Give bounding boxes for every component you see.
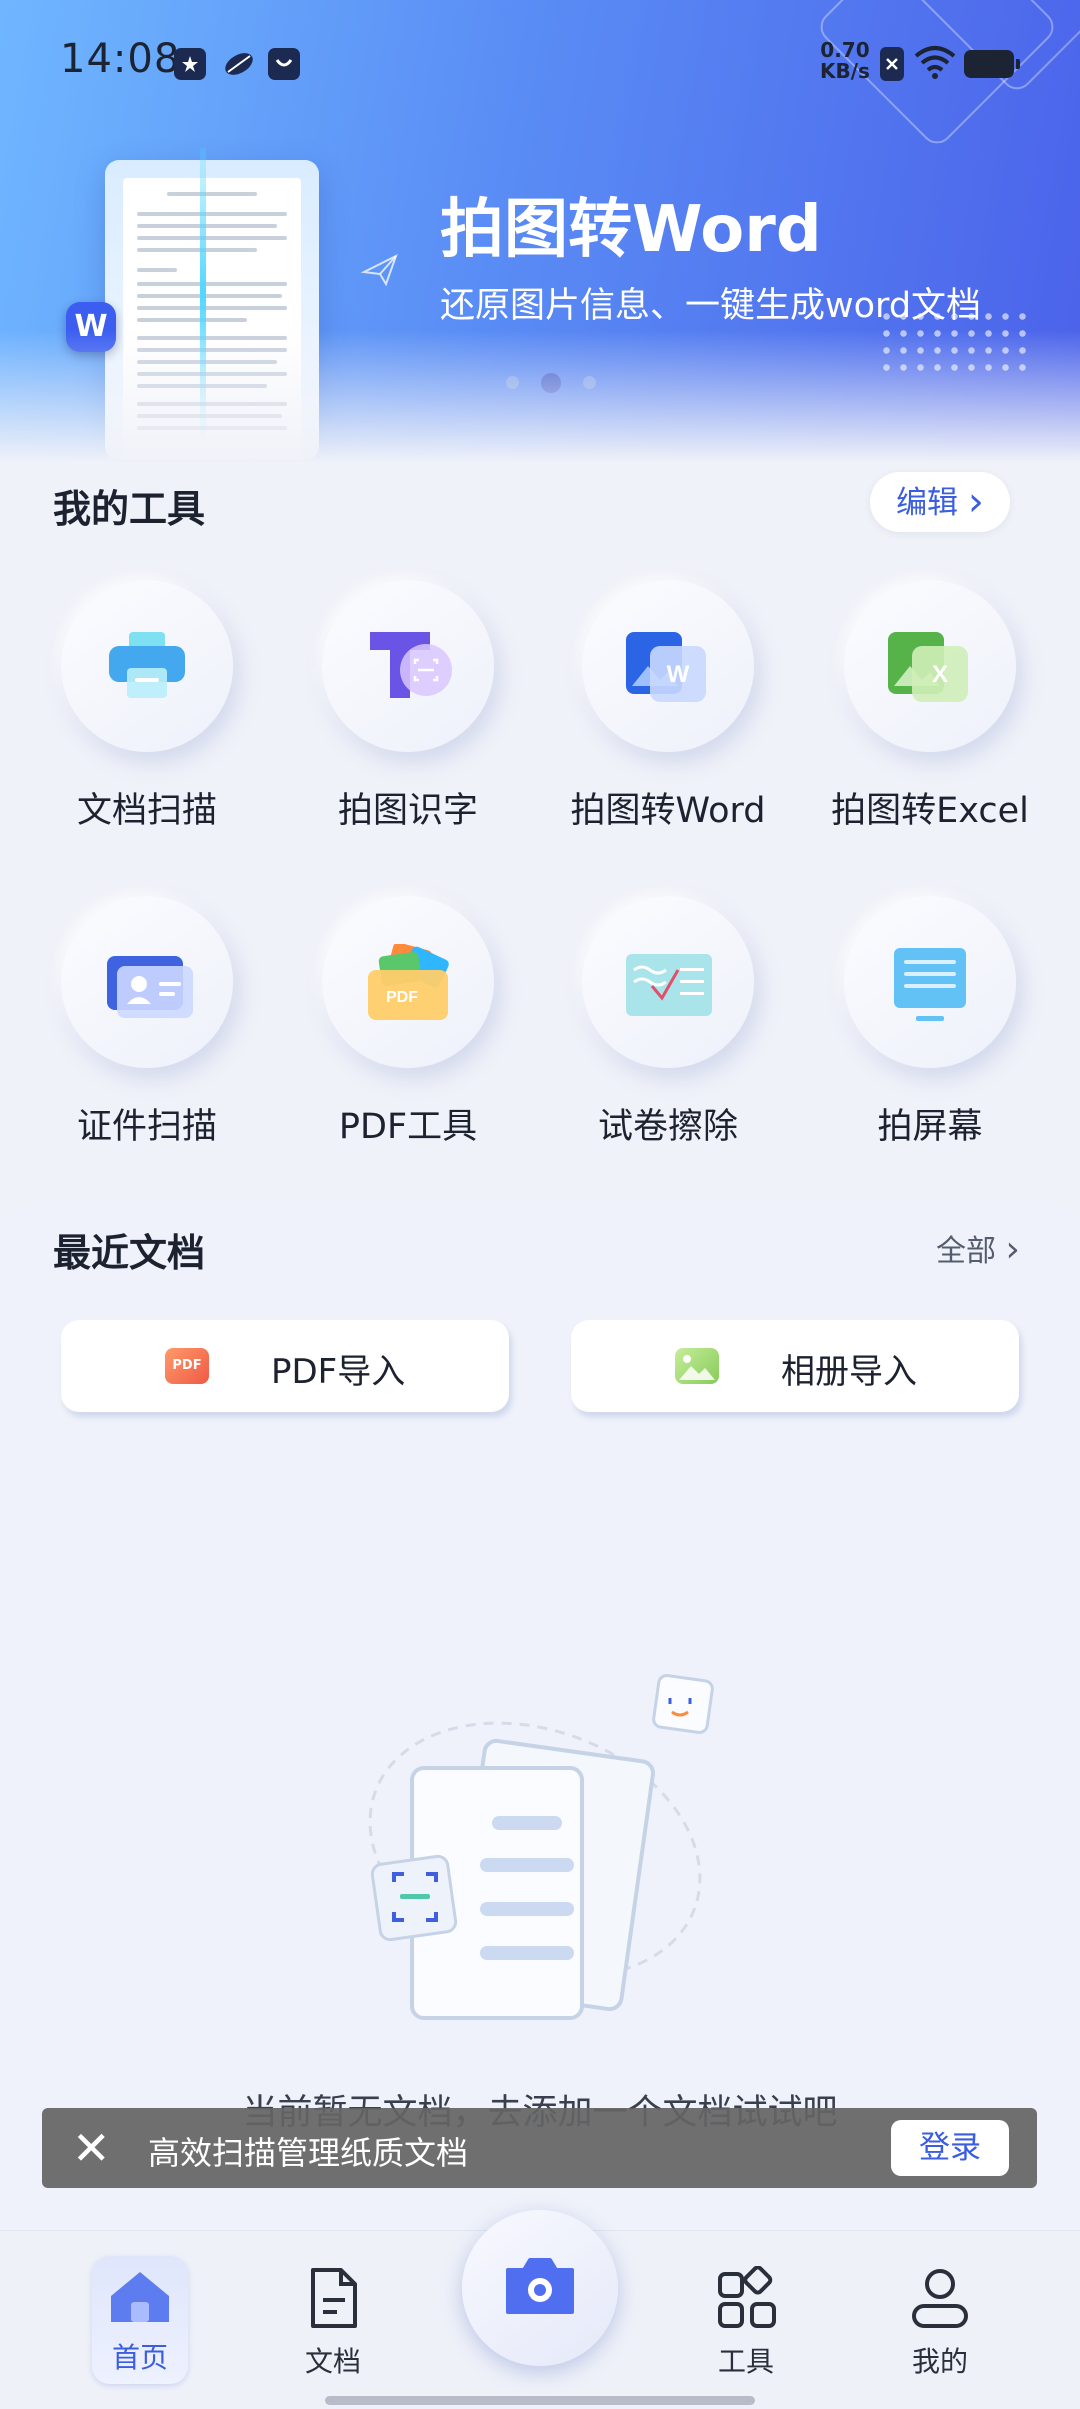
leaf-icon <box>222 48 254 80</box>
my-tools-title: 我的工具 <box>53 487 206 531</box>
empty-docs-illustration <box>350 1650 730 2050</box>
album-import-button[interactable]: 相册导入 <box>571 1320 1019 1412</box>
nav-docs[interactable]: 文档 <box>273 2266 393 2380</box>
word-convert-icon: W <box>582 580 754 752</box>
tool-label: 证件扫描 <box>76 1107 217 1147</box>
view-all-link[interactable]: 全部 › <box>936 1226 1020 1270</box>
login-button[interactable]: 登录 <box>891 2120 1009 2176</box>
speed-value: 0.70 <box>820 38 870 62</box>
home-indicator <box>325 2396 755 2405</box>
edit-label: 编辑 <box>896 485 959 521</box>
tool-label: PDF工具 <box>338 1107 478 1147</box>
tool-label: 拍图转Word <box>570 791 766 831</box>
banner-title: 拍图转Word <box>440 193 822 267</box>
tool-photo-to-excel[interactable]: X 拍图转Excel <box>800 580 1060 833</box>
status-bar: 14:08 0.70 KB/s <box>0 0 1080 130</box>
bag-icon <box>268 48 300 80</box>
nav-label: 工具 <box>717 2345 774 2378</box>
recent-docs-title: 最近文档 <box>53 1231 206 1275</box>
nav-label: 首页 <box>111 2341 168 2374</box>
svg-text:PDF: PDF <box>386 989 418 1006</box>
network-speed: 0.70 KB/s <box>820 40 870 82</box>
camera-button[interactable] <box>462 2210 618 2366</box>
home-icon <box>80 2266 200 2330</box>
exam-erase-icon <box>582 896 754 1068</box>
pdf-file-icon: PDF <box>165 1348 209 1384</box>
camera-icon <box>502 2254 578 2322</box>
pdf-import-button[interactable]: PDF PDF导入 <box>61 1320 509 1412</box>
album-import-label: 相册导入 <box>781 1352 917 1392</box>
printer-scan-icon <box>61 580 233 752</box>
pdf-tools-icon: PDF <box>322 896 494 1068</box>
close-icon[interactable]: ✕ <box>72 2120 111 2176</box>
tool-text-recognize[interactable]: 拍图识字 <box>278 580 538 833</box>
nav-label: 文档 <box>304 2345 361 2378</box>
photo-album-icon <box>675 1348 719 1384</box>
tool-photo-to-word[interactable]: W 拍图转Word <box>538 580 798 833</box>
speed-unit: KB/s <box>820 59 870 83</box>
document-icon <box>273 2266 393 2334</box>
app-notification-icon <box>174 48 206 80</box>
tools-grid-icon <box>686 2265 806 2334</box>
login-prompt-toast: ✕ 高效扫描管理纸质文档 登录 <box>42 2108 1037 2188</box>
paper-plane-icon <box>360 250 400 299</box>
tool-id-scan[interactable]: 证件扫描 <box>17 896 277 1149</box>
status-time: 14:08 <box>60 36 181 82</box>
pdf-import-label: PDF导入 <box>271 1352 406 1392</box>
svg-text:X: X <box>932 661 948 688</box>
screen-capture-icon <box>844 896 1016 1068</box>
tool-label: 拍图识字 <box>337 791 478 831</box>
tool-exam-erase[interactable]: 试卷擦除 <box>538 896 798 1149</box>
all-label: 全部 <box>936 1234 996 1269</box>
nav-tools[interactable]: 工具 <box>686 2265 806 2380</box>
tool-pdf-tools[interactable]: PDF PDF工具 <box>278 896 538 1149</box>
x-notification-icon <box>880 47 904 81</box>
tool-label: 试卷擦除 <box>597 1107 738 1147</box>
edit-tools-button[interactable]: 编辑 › <box>870 472 1010 532</box>
banner-subtitle: 还原图片信息、一键生成word文档 <box>440 286 982 326</box>
wifi-icon <box>914 44 956 84</box>
tool-screen-capture[interactable]: 拍屏幕 <box>800 896 1060 1149</box>
toast-text: 高效扫描管理纸质文档 <box>148 2134 469 2172</box>
svg-text:W: W <box>667 661 690 688</box>
excel-convert-icon: X <box>844 580 1016 752</box>
nav-mine[interactable]: 我的 <box>880 2266 1000 2380</box>
id-card-icon <box>61 896 233 1068</box>
nav-home[interactable]: 首页 <box>80 2266 200 2376</box>
nav-label: 我的 <box>911 2345 968 2378</box>
tool-label: 拍屏幕 <box>877 1107 983 1147</box>
banner-fade <box>0 330 1080 470</box>
battery-icon <box>964 50 1020 78</box>
tool-label: 文档扫描 <box>76 791 217 831</box>
chevron-right-icon: › <box>1005 1229 1020 1270</box>
chevron-right-icon: › <box>967 479 984 525</box>
text-recognize-icon <box>322 580 494 752</box>
user-profile-icon <box>880 2266 1000 2334</box>
tool-label: 拍图转Excel <box>831 791 1029 831</box>
tool-document-scan[interactable]: 文档扫描 <box>17 580 277 833</box>
